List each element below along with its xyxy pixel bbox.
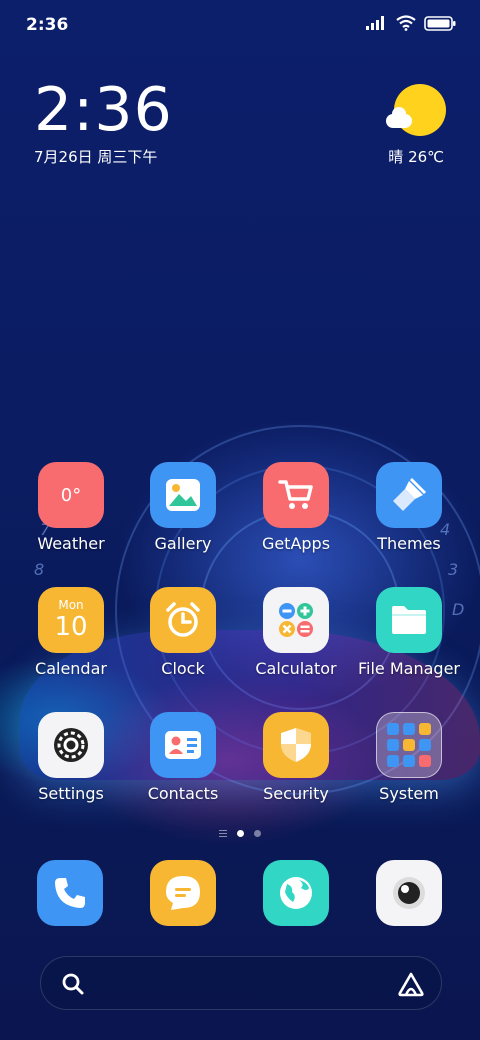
page-dot-active[interactable] (237, 830, 244, 837)
assistant-icon[interactable] (397, 971, 425, 997)
app-system-folder[interactable]: System (354, 712, 464, 803)
app-themes[interactable]: Themes (354, 462, 464, 553)
app-file-manager[interactable]: File Manager (354, 587, 464, 678)
dock-browser[interactable] (263, 860, 329, 926)
app-getapps[interactable]: GetApps (241, 462, 351, 553)
gear-icon (38, 712, 104, 778)
weather-icon-temp: 0° (60, 484, 82, 506)
app-calculator[interactable]: Calculator (241, 587, 351, 678)
weather-text: 晴 26℃ (388, 148, 444, 166)
app-calendar[interactable]: Mon 10 Calendar (16, 587, 126, 678)
folder-group-icon (376, 712, 442, 778)
app-label: Gallery (154, 534, 212, 553)
status-time: 2:36 (26, 15, 69, 35)
message-icon (166, 876, 200, 910)
calendar-icon-day: Mon (58, 598, 84, 612)
getapps-cart-icon (263, 462, 329, 528)
phone-icon (55, 878, 85, 908)
dock-messages[interactable] (150, 860, 216, 926)
search-bar[interactable] (40, 956, 442, 1010)
dock-camera[interactable] (376, 860, 442, 926)
app-label: GetApps (261, 534, 331, 553)
calendar-icon: Mon 10 (38, 587, 104, 653)
battery-icon (424, 15, 456, 31)
app-weather[interactable]: 0° Weather (16, 462, 126, 553)
app-label: Contacts (147, 784, 219, 803)
wifi-icon (396, 15, 416, 31)
page-indicator-menu-icon[interactable] (219, 830, 227, 837)
app-label: Security (263, 784, 329, 803)
search-icon (62, 973, 84, 995)
alarm-clock-icon (150, 587, 216, 653)
app-label: File Manager (358, 659, 460, 678)
camera-icon (393, 877, 425, 909)
themes-brush-icon (376, 462, 442, 528)
app-clock[interactable]: Clock (128, 587, 238, 678)
clock-date: 7月26日 周三下午 (34, 148, 158, 166)
app-label: Clock (161, 659, 205, 678)
folder-icon (376, 587, 442, 653)
weather-icon: 0° (38, 462, 104, 528)
shield-icon (263, 712, 329, 778)
gallery-icon (150, 462, 216, 528)
app-security[interactable]: Security (241, 712, 351, 803)
app-label: System (379, 784, 439, 803)
app-label: Weather (37, 534, 105, 553)
app-contacts[interactable]: Contacts (128, 712, 238, 803)
dock-phone[interactable] (37, 860, 103, 926)
page-indicator (0, 830, 480, 837)
calculator-icon (263, 587, 329, 653)
wallpaper-gauge-digit: 3 (448, 560, 459, 579)
status-bar: 2:36 (0, 0, 480, 50)
clock-time: 2:36 (34, 75, 173, 145)
clock-widget[interactable]: 2:36 7月26日 周三下午 (34, 78, 173, 167)
app-label: Settings (38, 784, 104, 803)
app-label: Calendar (35, 659, 107, 678)
calendar-icon-date: 10 (54, 612, 88, 642)
app-gallery[interactable]: Gallery (128, 462, 238, 553)
sun-cloud-icon (386, 84, 446, 136)
app-settings[interactable]: Settings (16, 712, 126, 803)
status-icons (366, 15, 456, 31)
weather-widget[interactable]: 晴 26℃ (384, 84, 446, 174)
app-label: Calculator (255, 659, 337, 678)
contact-card-icon (150, 712, 216, 778)
browser-globe-icon (280, 877, 312, 909)
app-label: Themes (377, 534, 441, 553)
signal-icon (366, 16, 384, 30)
page-dot[interactable] (254, 830, 261, 837)
wallpaper-gauge-digit: 8 (34, 560, 45, 579)
